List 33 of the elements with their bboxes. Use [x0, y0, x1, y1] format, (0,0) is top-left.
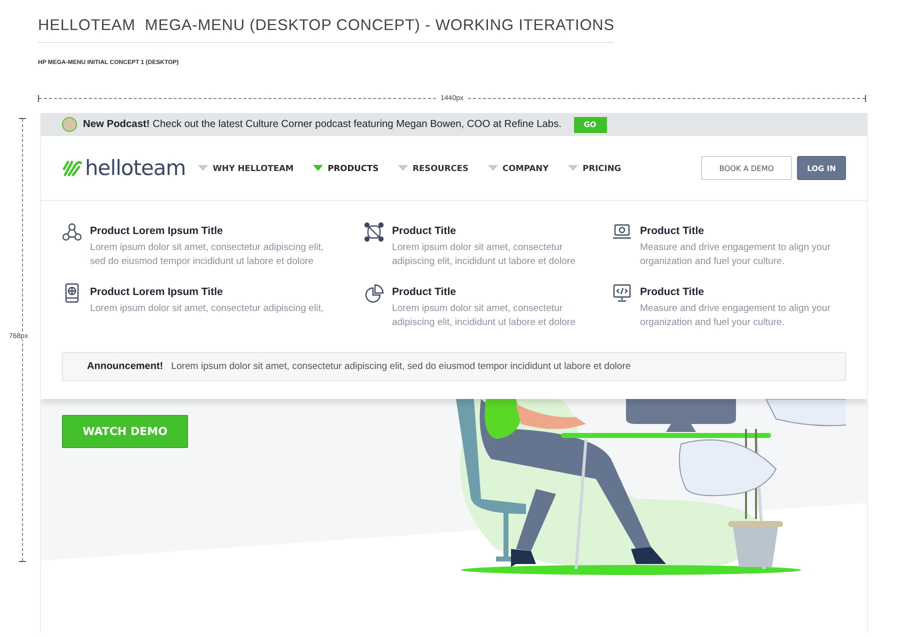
- network-icon: [62, 222, 82, 242]
- product-description: Lorem ipsum dolor sit amet, consectetur adipiscing elit, sed do eiusmod tempor incididunt ut labore et dolore: [90, 241, 325, 269]
- product-title-link[interactable]: Product Lorem Ipsum Title: [90, 225, 330, 237]
- code-monitor-icon: [612, 283, 632, 303]
- product-title-link[interactable]: Product Title: [392, 225, 597, 237]
- pie-chart-icon: [364, 283, 384, 303]
- product-description: Lorem ipsum dolor sit amet, consectetur adipiscing elit, incididunt ut labore et dolore: [392, 302, 576, 330]
- nav-menu-item[interactable]: PRODUCTS: [312, 163, 379, 173]
- caret-icon: [488, 165, 498, 171]
- product-title-link[interactable]: Product Title: [392, 286, 597, 298]
- announcement-text: Lorem ipsum dolor sit amet, consectetur adipiscing elit, sed do eiusmod tempor incididunt ut labore et dolore: [171, 361, 631, 372]
- page-title: HELLOTEAM MEGA-MENU (DESKTOP CONCEPT) - WORKING ITERATIONS: [38, 0, 614, 43]
- product-title-link[interactable]: Product Title: [640, 225, 867, 237]
- caret-icon: [398, 165, 408, 171]
- nodes-icon: [364, 222, 384, 242]
- logo-icon: [62, 159, 82, 177]
- product-description: Measure and drive engagement to align your organization and fuel your culture.: [640, 302, 832, 330]
- nav-menu-item[interactable]: WHY HELLOTEAM: [198, 163, 294, 173]
- nav-menu-item[interactable]: COMPANY: [488, 163, 549, 173]
- product-title-link[interactable]: Product Title: [640, 286, 867, 298]
- caret-icon: [198, 165, 208, 171]
- caret-icon: [312, 165, 323, 171]
- nav-menu-item[interactable]: PRICING: [568, 163, 622, 173]
- nav-menu-item[interactable]: RESOURCES: [398, 163, 469, 173]
- promo-text: New Podcast! Check out the latest Culture Corner podcast featuring Megan Bowen, COO at Refine Labs.: [83, 119, 562, 130]
- logo-text: helloteam: [85, 158, 186, 178]
- product-title-link[interactable]: Product Lorem Ipsum Title: [90, 286, 330, 298]
- avatar-icon: [62, 117, 77, 132]
- product-description: Lorem ipsum dolor sit amet, consectetur adipiscing elit, incididunt ut labore et dolore: [392, 241, 576, 269]
- caret-icon: [568, 165, 578, 171]
- product-description: Lorem ipsum dolor sit amet, consectetur adipiscing elit,: [90, 302, 325, 316]
- announcement-label: Announcement!: [87, 361, 164, 372]
- product-description: Measure and drive engagement to align your organization and fuel your culture.: [640, 241, 832, 269]
